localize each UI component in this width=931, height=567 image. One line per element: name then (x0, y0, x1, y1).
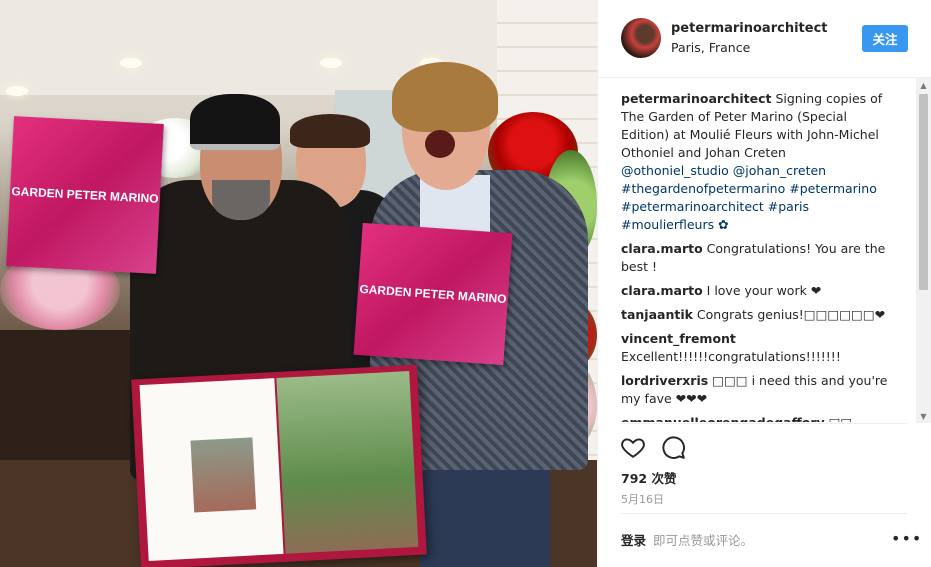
ceiling-light (320, 58, 342, 68)
person-left-cap (190, 94, 280, 150)
person-middle-hair (290, 114, 370, 148)
caption: petermarinoarchitect Signing copies of T… (621, 90, 893, 234)
list-item: tanjaantik Congrats genius!□□□□□□❤ (621, 306, 893, 324)
book-page-photo (190, 437, 257, 513)
login-link[interactable]: 登录 (621, 530, 646, 549)
post-photo: GARDEN PETER MARINO GARDEN PETER MARINO (0, 0, 597, 567)
username-link[interactable]: petermarinoarchitect (671, 21, 828, 36)
divider (621, 423, 908, 424)
comment-icon[interactable] (660, 434, 686, 460)
post-header: petermarinoarchitect Paris, France 关注 (598, 0, 931, 78)
person-right-hair (392, 62, 498, 132)
comment-username[interactable]: lordriverxris (621, 373, 708, 388)
person-left-beard (212, 180, 270, 220)
comment-username[interactable]: clara.marto (621, 241, 703, 256)
comments-list[interactable]: petermarinoarchitect Signing copies of T… (621, 90, 893, 422)
list-item: vincent_fremont Excellent!!!!!!congratul… (621, 330, 893, 366)
comment-text: Excellent!!!!!!congratulations!!!!!!! (621, 349, 841, 364)
list-item: clara.marto Congratulations! You are the… (621, 240, 893, 276)
comment-username[interactable]: emmanuelleorengadegaffory (621, 415, 825, 422)
follow-button[interactable]: 关注 (862, 25, 908, 52)
open-book (131, 364, 427, 567)
book-cover: GARDEN PETER MARINO (6, 116, 164, 274)
comment-username[interactable]: tanjaantik (621, 307, 693, 322)
comment-username[interactable]: vincent_fremont (621, 331, 736, 346)
ceiling-light (120, 58, 142, 68)
post-date: 5月16日 (621, 493, 664, 506)
more-icon[interactable]: ••• (891, 531, 922, 547)
list-item: emmanuelleorengadegaffory □□ (621, 414, 893, 422)
comment-username[interactable]: petermarinoarchitect (621, 91, 771, 106)
divider (621, 513, 908, 514)
scrollbar-thumb[interactable] (919, 94, 928, 290)
location-link[interactable]: Paris, France (671, 40, 750, 55)
list-item: lordriverxris □□□ i need this and you're… (621, 372, 893, 408)
ceiling-light (6, 86, 28, 96)
book-page-left (139, 378, 284, 561)
login-hint: 即可点赞或评论。 (653, 533, 754, 548)
comment-text: □□ (829, 415, 853, 422)
avatar[interactable] (621, 18, 661, 58)
comment-username[interactable]: clara.marto (621, 283, 703, 298)
like-count[interactable]: 792 次赞 (621, 468, 676, 487)
heart-icon[interactable] (620, 434, 646, 460)
list-item: clara.marto I love your work ❤ (621, 282, 893, 300)
comment-tags[interactable]: @othoniel_studio @johan_creten #thegarde… (621, 163, 877, 232)
scroll-up-icon[interactable]: ▲ (916, 78, 931, 92)
scroll-down-icon[interactable]: ▼ (916, 409, 931, 423)
comments-scrollbar[interactable]: ▲ ▼ (916, 78, 931, 423)
book-cover: GARDEN PETER MARINO (353, 222, 513, 366)
book-page-right (276, 371, 419, 554)
post-sidebar: petermarinoarchitect Paris, France 关注 pe… (597, 0, 931, 567)
person-right-mouth (425, 130, 455, 158)
comment-text: Congrats genius!□□□□□□❤ (696, 307, 886, 322)
comment-text: I love your work ❤ (706, 283, 822, 298)
